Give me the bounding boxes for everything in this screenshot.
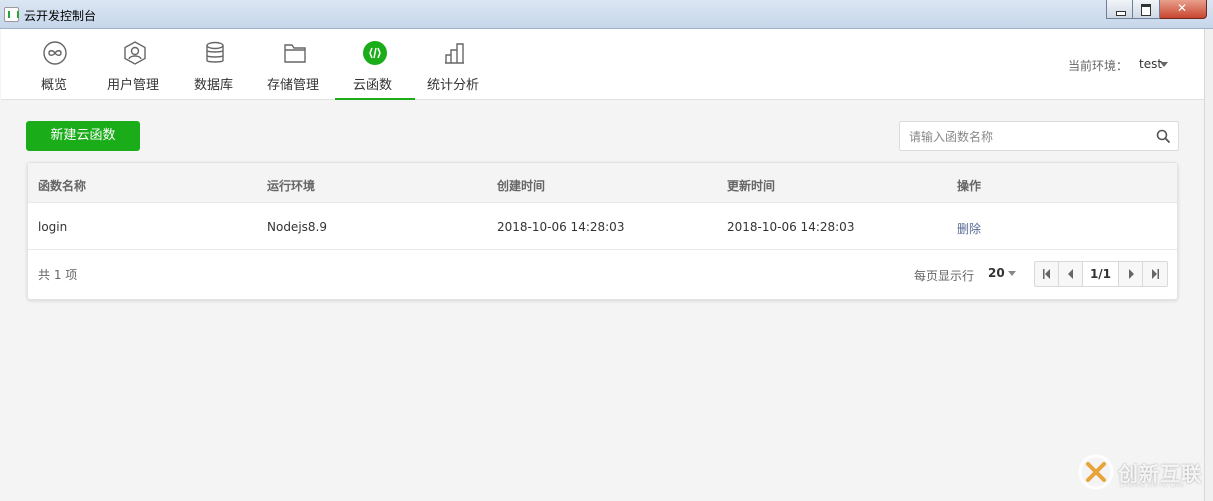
- column-header-action: 操作: [957, 179, 982, 193]
- window-controls: [1106, 0, 1207, 19]
- window-title: 云开发控制台: [24, 9, 97, 23]
- watermark-logo: [1078, 454, 1114, 490]
- created-time-cell: 2018-10-06 14:28:03: [497, 220, 625, 234]
- last-page-button[interactable]: [1143, 262, 1167, 286]
- first-page-icon: [1043, 269, 1050, 279]
- env-select-value[interactable]: test: [1139, 57, 1162, 71]
- nav-label-storage: 存储管理: [267, 78, 320, 93]
- folder-icon: [284, 44, 306, 63]
- infinity-icon: [43, 41, 67, 65]
- prev-page-button[interactable]: [1059, 262, 1083, 286]
- minimize-button[interactable]: [1106, 0, 1133, 19]
- cloud-function-icon: [363, 41, 387, 65]
- functions-table: 函数名称 运行环境 创建时间 更新时间 操作 login Nodejs8.9 2…: [27, 162, 1178, 300]
- next-page-icon: [1129, 269, 1134, 279]
- user-icon: [124, 41, 146, 65]
- window-titlebar: 云开发控制台: [0, 0, 1213, 29]
- close-button[interactable]: [1160, 0, 1207, 19]
- pagination: 1/1: [1034, 261, 1168, 287]
- search-input[interactable]: [909, 128, 1149, 146]
- active-tab-indicator: [335, 98, 415, 100]
- delete-link[interactable]: 删除: [957, 220, 981, 237]
- updated-time-cell: 2018-10-06 14:28:03: [727, 220, 855, 234]
- last-page-icon: [1152, 269, 1159, 279]
- column-header-created: 创建时间: [497, 179, 546, 193]
- nav-item-functions[interactable]: 云函数: [335, 29, 415, 100]
- app-icon: [4, 7, 19, 22]
- nav-label-analytics: 统计分析: [427, 78, 480, 93]
- search-box: [899, 121, 1179, 151]
- new-function-button[interactable]: 新建云函数: [26, 121, 140, 151]
- database-icon: [206, 41, 224, 63]
- nav-label-functions: 云函数: [353, 78, 393, 93]
- runtime-cell: Nodejs8.9: [267, 220, 327, 234]
- function-name-cell[interactable]: login: [38, 220, 67, 234]
- chevron-down-icon[interactable]: [1160, 62, 1168, 67]
- next-page-button[interactable]: [1119, 262, 1143, 286]
- column-header-name: 函数名称: [38, 179, 87, 193]
- current-page: 1/1: [1083, 262, 1119, 286]
- nav-label-database: 数据库: [194, 78, 234, 93]
- prev-page-icon: [1068, 269, 1073, 279]
- nav-label-overview: 概览: [41, 78, 68, 93]
- watermark: 创新互联 CHUANG XIN HU LIAN: [1078, 452, 1208, 492]
- bar-chart-icon: [445, 43, 464, 64]
- search-icon[interactable]: [1156, 129, 1170, 143]
- nav-item-storage[interactable]: 存储管理: [265, 29, 325, 100]
- nav-item-analytics[interactable]: 统计分析: [425, 29, 485, 100]
- table-footer: 共 1 项 每页显示行 20 1/1: [28, 251, 1177, 300]
- nav-label-users: 用户管理: [107, 78, 160, 93]
- top-nav: 概览 用户管理 数据库 存储管理 云函数 统计分析 当前环境： test: [1, 29, 1204, 100]
- chevron-down-icon[interactable]: [1008, 271, 1016, 276]
- window-edge: [1204, 29, 1213, 501]
- table-header: 函数名称 运行环境 创建时间 更新时间 操作: [28, 163, 1177, 203]
- column-header-updated: 更新时间: [727, 179, 776, 193]
- page-size-select[interactable]: 20: [988, 266, 1005, 280]
- total-count: 共 1 项: [38, 268, 78, 282]
- page-size-label: 每页显示行: [914, 269, 975, 283]
- first-page-button[interactable]: [1035, 262, 1059, 286]
- table-row[interactable]: login Nodejs8.9 2018-10-06 14:28:03 2018…: [28, 203, 1177, 250]
- watermark-subtext: CHUANG XIN HU LIAN: [1119, 482, 1185, 489]
- nav-item-users[interactable]: 用户管理: [105, 29, 165, 100]
- column-header-runtime: 运行环境: [267, 179, 316, 193]
- nav-item-overview[interactable]: 概览: [37, 29, 73, 100]
- env-label: 当前环境：: [1068, 59, 1129, 73]
- nav-item-database[interactable]: 数据库: [192, 29, 238, 100]
- maximize-button[interactable]: [1133, 0, 1160, 19]
